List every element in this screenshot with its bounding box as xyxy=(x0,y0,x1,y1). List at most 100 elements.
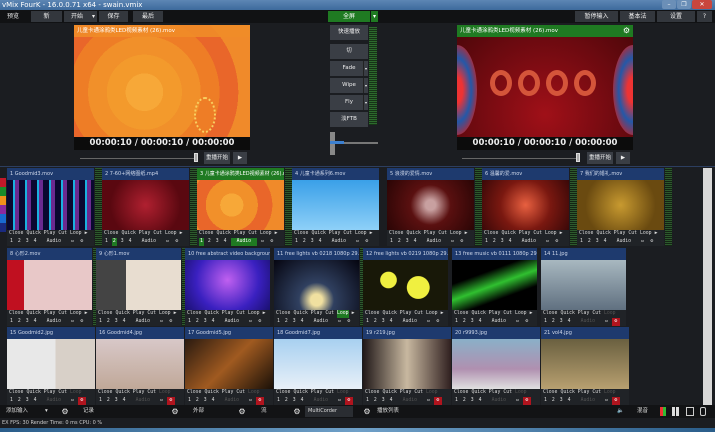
speaker-icon[interactable]: 🔈 xyxy=(614,406,624,417)
close-button[interactable]: Close xyxy=(543,310,557,318)
layer-4-button[interactable]: 4 xyxy=(318,238,323,246)
quick-play-button[interactable]: Quick Play xyxy=(471,310,500,318)
close-window-button[interactable]: ✕ xyxy=(692,0,712,9)
layer-4-button[interactable]: 4 xyxy=(478,397,483,405)
cut-button[interactable]: Cut xyxy=(343,230,352,238)
monitor-icon[interactable]: ▭ xyxy=(355,238,360,246)
audio-button[interactable]: Audio xyxy=(397,318,423,326)
play-icon[interactable]: ▶ xyxy=(530,310,533,318)
layer-1-button[interactable]: 1 xyxy=(294,238,299,246)
layer-2-button[interactable]: 2 xyxy=(106,318,111,326)
playlist-button[interactable]: 播放列表 xyxy=(374,406,404,417)
monitor-icon[interactable]: ▭ xyxy=(337,318,342,326)
input-settings-gear-icon[interactable]: ⚙ xyxy=(458,238,466,246)
input-tile[interactable]: 5 浪漫的爱情.mov Close Quick Play Cut Loop ▶ 1 2 3 4 Au… xyxy=(387,168,482,246)
multiview-icon[interactable] xyxy=(686,407,694,416)
layer-2-button[interactable]: 2 xyxy=(587,238,592,246)
settings-button[interactable]: 设置 xyxy=(657,11,695,22)
audio-button[interactable]: Audio xyxy=(130,397,156,405)
close-button[interactable]: Close xyxy=(365,310,379,318)
input-title[interactable]: 6 温馨的爱.mov xyxy=(482,168,569,180)
quick-play-button[interactable]: Quick Play xyxy=(204,389,233,397)
play-icon[interactable]: ▶ xyxy=(174,310,177,318)
layer-4-button[interactable]: 4 xyxy=(33,238,38,246)
input-title[interactable]: 5 浪漫的爱情.mov xyxy=(387,168,474,180)
input-title[interactable]: 14 11.jpg xyxy=(541,248,626,260)
quick-play-button[interactable]: Quick Play xyxy=(560,389,589,397)
preview-video[interactable]: 儿童卡通涂鸦类LED视频素材 (26).mov xyxy=(74,25,250,137)
layer-4-button[interactable]: 4 xyxy=(413,238,418,246)
input-settings-gear-icon[interactable]: ⚙ xyxy=(433,397,442,405)
layer-1-button[interactable]: 1 xyxy=(389,238,394,246)
cut-button[interactable]: Cut xyxy=(248,230,257,238)
quick-play-button[interactable]: Quick Play xyxy=(406,230,435,238)
cut-button[interactable]: Cut xyxy=(58,230,67,238)
input-tile[interactable]: 12 free lights vb 0219 1080p 29.97 Close Q… xyxy=(363,248,448,326)
layer-3-button[interactable]: 3 xyxy=(559,397,564,405)
input-title[interactable]: 9 心形1.mov xyxy=(96,248,181,260)
playlist-settings-gear-icon[interactable]: ⚙ xyxy=(362,406,372,417)
close-button[interactable]: Close xyxy=(98,389,112,397)
audio-button[interactable]: Audio xyxy=(326,238,352,246)
layer-3-button[interactable]: 3 xyxy=(500,238,505,246)
layer-4-button[interactable]: 4 xyxy=(33,318,38,326)
audio-button[interactable]: Audio xyxy=(575,318,601,326)
audio-button[interactable]: Audio xyxy=(421,238,447,246)
audio-button[interactable]: Audio xyxy=(486,318,512,326)
master-audio-button[interactable]: 混音 xyxy=(634,406,654,417)
pause-input-button[interactable]: 暂停输入 xyxy=(575,11,618,22)
cut-button[interactable]: Cut xyxy=(533,230,542,238)
input-settings-gear-icon[interactable]: ⚙ xyxy=(167,318,175,326)
cut-button[interactable]: Cut xyxy=(503,389,512,397)
layer-4-button[interactable]: 4 xyxy=(223,238,228,246)
layer-4-button[interactable]: 4 xyxy=(33,397,38,405)
cut-button[interactable]: Cut xyxy=(592,310,601,318)
monitor-icon[interactable]: ▭ xyxy=(545,238,550,246)
layer-2-button[interactable]: 2 xyxy=(284,318,289,326)
play-icon[interactable]: ▶ xyxy=(370,230,373,238)
maximize-button[interactable]: ❐ xyxy=(677,0,691,9)
input-settings-gear-icon[interactable]: ⚙ xyxy=(553,238,561,246)
close-button[interactable]: Close xyxy=(276,389,290,397)
loop-button[interactable]: Loop xyxy=(545,230,557,238)
input-thumbnail[interactable] xyxy=(452,260,537,310)
input-title[interactable]: 2 7-60+网络图纸.mp4 xyxy=(102,168,189,180)
input-settings-gear-icon[interactable]: ⚙ xyxy=(166,397,175,405)
close-button[interactable]: Close xyxy=(294,230,308,238)
input-tile[interactable]: 4 儿童卡通系列6.mov Close Quick Play Cut Loop ▶ 1 2 3 4… xyxy=(292,168,379,246)
audio-button[interactable]: Audio xyxy=(219,318,245,326)
close-button[interactable]: Close xyxy=(276,310,290,318)
loop-button[interactable]: Loop xyxy=(604,310,616,318)
cut-button[interactable]: Cut xyxy=(628,230,637,238)
layer-1-button[interactable]: 1 xyxy=(187,397,192,405)
transition-button-wipe[interactable]: Wipe ▾ xyxy=(330,78,368,93)
input-title[interactable]: 15 Goodmid2.jpg xyxy=(7,327,95,339)
input-settings-gear-icon[interactable]: ⚙ xyxy=(345,318,353,326)
new-button[interactable]: 新 xyxy=(31,11,62,22)
input-tile[interactable]: 16 Goodmid4.jpg Close Quick Play Cut Loop 1 2 3… xyxy=(96,327,184,405)
layer-4-button[interactable]: 4 xyxy=(603,238,608,246)
audio-button[interactable]: Audio xyxy=(219,397,245,405)
input-settings-gear-icon[interactable]: ⚙ xyxy=(434,318,442,326)
loop-button[interactable]: Loop xyxy=(640,230,652,238)
input-settings-gear-icon[interactable]: ⚙ xyxy=(268,238,276,246)
input-settings-gear-icon[interactable]: ⚙ xyxy=(523,318,531,326)
play-icon[interactable]: ▶ xyxy=(560,230,563,238)
input-tile[interactable]: 20 r9993.jpg Close Quick Play Cut Loop 1 2 3 4 Au… xyxy=(452,327,540,405)
cut-button[interactable]: Cut xyxy=(147,389,156,397)
input-thumbnail[interactable] xyxy=(541,339,629,389)
layer-3-button[interactable]: 3 xyxy=(203,397,208,405)
play-icon[interactable]: ▶ xyxy=(85,230,88,238)
input-thumbnail[interactable] xyxy=(185,260,270,310)
layer-4-button[interactable]: 4 xyxy=(122,318,127,326)
input-settings-gear-icon[interactable]: ⚙ xyxy=(78,238,86,246)
monitor-icon[interactable]: ▭ xyxy=(515,397,520,405)
layer-2-button[interactable]: 2 xyxy=(111,238,117,246)
input-tile[interactable]: 10 free abstract video background Close Qu… xyxy=(185,248,270,326)
loop-button[interactable]: Loop xyxy=(355,230,367,238)
monitor-icon[interactable]: ▭ xyxy=(165,238,170,246)
audio-button[interactable]: Audio xyxy=(486,397,512,405)
layer-2-button[interactable]: 2 xyxy=(462,318,467,326)
input-thumbnail[interactable] xyxy=(363,339,451,389)
quick-play-button[interactable]: Quick Play xyxy=(501,230,530,238)
